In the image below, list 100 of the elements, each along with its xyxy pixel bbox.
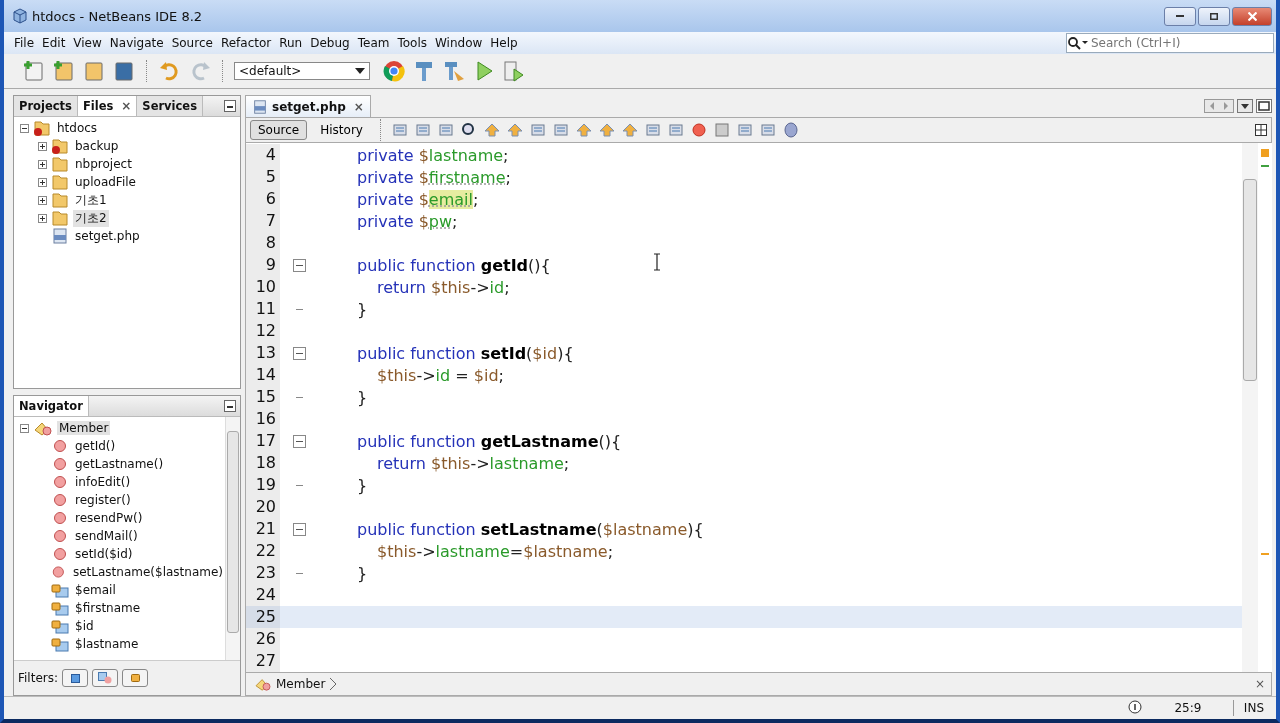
debug-icon[interactable] [502, 59, 526, 83]
menu-item[interactable]: Window [431, 36, 487, 50]
menu-item[interactable]: Navigate [105, 36, 168, 50]
line-number: 17 [246, 430, 280, 452]
line-number: 21 [246, 518, 280, 540]
tree-item[interactable]: setget.php [73, 229, 142, 243]
filter-button[interactable] [92, 669, 118, 687]
split-icon[interactable] [1255, 124, 1267, 136]
lock-icon [130, 674, 140, 682]
tree-item[interactable]: resendPw() [73, 511, 145, 525]
code-line: return $this->lastname; [377, 453, 570, 473]
expand-icon[interactable] [38, 159, 47, 169]
search-icon [1067, 36, 1089, 50]
line-number: 18 [246, 452, 280, 474]
line-number: 11 [246, 298, 280, 320]
stop-macro-icon[interactable] [712, 122, 731, 138]
minimize-panel-icon[interactable] [224, 100, 236, 112]
minimize-panel-icon[interactable] [224, 400, 236, 412]
tree-item[interactable]: getLastname() [73, 457, 166, 471]
menu-item[interactable]: Debug [306, 36, 354, 50]
scrollbar[interactable] [1242, 143, 1258, 672]
panel-tab[interactable]: Files × [77, 96, 138, 116]
close-icon[interactable]: × [121, 99, 132, 113]
minimize-icon [1176, 15, 1184, 17]
search-field[interactable]: Search (Ctrl+I) [1066, 33, 1274, 53]
tree-item[interactable]: $email [73, 583, 118, 597]
line-number: 7 [246, 210, 280, 232]
menu-item[interactable]: Source [167, 36, 217, 50]
menu-item[interactable]: Edit [38, 36, 70, 50]
tree-item[interactable]: sendMail() [73, 529, 140, 543]
panel-tab[interactable]: Navigator [14, 396, 89, 416]
line-number: 5 [246, 166, 280, 188]
fold-icon[interactable] [292, 346, 306, 360]
tree-item[interactable]: backup [73, 139, 121, 153]
close-button[interactable] [1232, 6, 1272, 26]
code-line: public function setId($id){ [357, 343, 574, 363]
cursor-position: 25:9 [1173, 701, 1203, 715]
editor-tab[interactable]: setget.php × [245, 95, 371, 117]
collapse-icon[interactable] [20, 423, 29, 433]
close-icon[interactable]: × [353, 99, 364, 114]
menu-item[interactable]: Help [486, 36, 522, 50]
tree-item[interactable]: $id [73, 619, 96, 633]
filter-button[interactable] [122, 669, 148, 687]
tree-item[interactable]: setId($id) [73, 547, 135, 561]
new-file-icon[interactable] [22, 59, 46, 83]
line-number: 26 [246, 628, 280, 650]
line-number: 9 [246, 254, 280, 276]
browser-icon[interactable] [382, 59, 406, 83]
filter-button[interactable] [62, 669, 88, 687]
record-macro-icon[interactable] [689, 122, 708, 138]
panel-tab[interactable]: Projects [14, 96, 78, 116]
menu-item[interactable]: Tools [393, 36, 431, 50]
tree-item[interactable]: register() [73, 493, 133, 507]
tree-item[interactable]: 기초2 [73, 209, 109, 227]
field-filter-icon [70, 673, 80, 683]
tree-item[interactable]: nbproject [73, 157, 134, 171]
view-toggle[interactable]: Source [250, 120, 308, 140]
tree-item[interactable]: getId() [73, 439, 118, 453]
expand-icon[interactable] [38, 195, 47, 205]
expand-icon[interactable] [38, 141, 47, 151]
line-number: 22 [246, 540, 280, 562]
tree-item[interactable]: setLastname($lastname) [70, 565, 225, 579]
view-toggle[interactable]: History [312, 120, 371, 140]
notification-icon[interactable] [1126, 700, 1143, 716]
tree-item[interactable]: 기초1 [73, 191, 109, 209]
configuration-dropdown[interactable]: <default> [234, 62, 370, 80]
fold-icon[interactable] [292, 522, 306, 536]
expand-icon[interactable] [38, 177, 47, 187]
code-line: $this->lastname=$lastname; [377, 541, 613, 561]
fold-icon[interactable] [292, 434, 306, 448]
tree-item[interactable]: Member [57, 421, 111, 435]
maximize-icon[interactable] [1256, 99, 1272, 113]
static-filter-icon [98, 672, 112, 684]
tree-item[interactable]: uploadFile [73, 175, 138, 189]
tree-item[interactable]: $firstname [73, 601, 143, 615]
tab-list-icon[interactable] [1237, 99, 1253, 113]
menu-item[interactable]: View [69, 36, 106, 50]
scrollbar[interactable] [225, 417, 240, 660]
new-project-icon[interactable] [52, 59, 76, 83]
collapse-icon[interactable] [20, 123, 29, 133]
fold-icon[interactable] [292, 258, 306, 272]
method-icon [51, 474, 69, 490]
php-file-icon [51, 228, 69, 244]
expand-icon[interactable] [38, 213, 47, 223]
tree-item[interactable]: htdocs [55, 121, 100, 135]
minimize-button[interactable] [1164, 6, 1196, 26]
menu-item[interactable]: Refactor [216, 36, 276, 50]
tree-item[interactable]: $lastname [73, 637, 141, 651]
breadcrumb-item[interactable]: Member [276, 677, 326, 691]
private-field-icon [51, 582, 69, 598]
panel-tab[interactable]: Services [137, 96, 203, 116]
maximize-button[interactable] [1198, 6, 1230, 26]
line-number: 6 [246, 188, 280, 210]
close-icon[interactable]: × [1254, 677, 1265, 691]
code-line: $this->id = $id; [377, 365, 504, 385]
tree-item[interactable]: infoEdit() [73, 475, 133, 489]
menu-item[interactable]: File [10, 36, 39, 50]
line-number: 13 [246, 342, 280, 364]
menu-item[interactable]: Run [275, 36, 307, 50]
menu-item[interactable]: Team [353, 36, 394, 50]
